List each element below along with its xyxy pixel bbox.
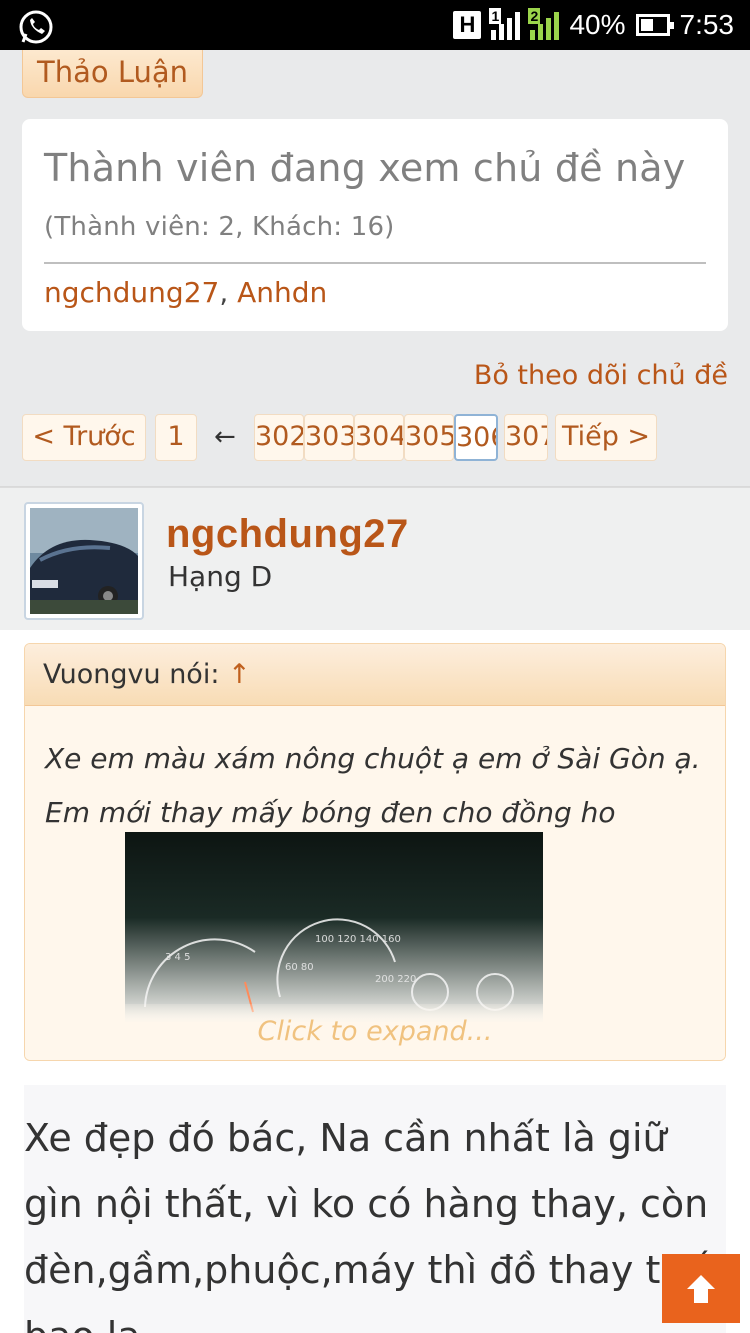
svg-text:100 120 140 160: 100 120 140 160	[315, 934, 401, 945]
viewer-separator: ,	[219, 276, 238, 309]
car-avatar-image	[30, 508, 138, 614]
post-username[interactable]: ngchdung27	[166, 512, 409, 557]
clock: 7:53	[679, 9, 735, 40]
jump-to-quote-icon[interactable]: ↑	[228, 659, 251, 690]
prev-page-button[interactable]: < Trước	[22, 414, 146, 461]
post: ngchdung27 Hạng D Vuongvu nói: ↑ Xe em m…	[0, 486, 750, 1333]
unwatch-thread-link[interactable]: Bỏ theo dõi chủ đề	[474, 360, 728, 391]
quote-header: Vuongvu nói: ↑	[25, 644, 725, 706]
dashboard-gauges-image[interactable]: 3 4 5 100 120 140 160 60 80 200 220	[125, 832, 543, 1022]
page-302-button[interactable]: 302	[254, 414, 304, 461]
svg-text:60 80: 60 80	[285, 962, 314, 973]
discussion-tab[interactable]: Thảo Luận	[22, 50, 204, 98]
arrow-up-icon	[687, 1274, 715, 1303]
thread-viewers-card: Thành viên đang xem chủ đề này (Thành vi…	[22, 119, 728, 331]
next-page-button[interactable]: Tiếp >	[555, 414, 657, 461]
network-type-icon: H	[453, 11, 482, 39]
viewer-link[interactable]: ngchdung27	[44, 276, 219, 309]
post-author-header: ngchdung27 Hạng D	[0, 487, 750, 630]
viewers-title: Thành viên đang xem chủ đề này (Thành vi…	[44, 141, 706, 264]
scroll-to-top-button[interactable]	[662, 1254, 740, 1323]
page-304-button[interactable]: 304	[354, 414, 404, 461]
viewer-list: ngchdung27, Anhdn	[44, 276, 706, 309]
signal-sim1-icon: 1	[489, 8, 521, 40]
viewers-title-text: Thành viên đang xem chủ đề này	[44, 146, 686, 190]
viewer-link[interactable]: Anhdn	[237, 276, 327, 309]
status-bar: H 1 2 40% 7:53	[0, 0, 750, 50]
quote-author: Vuongvu nói:	[43, 659, 220, 690]
page-306-current[interactable]: 306	[454, 414, 498, 461]
skip-arrow-icon: ←	[214, 422, 236, 452]
battery-percent: 40%	[569, 9, 626, 40]
page-1-button[interactable]: 1	[155, 414, 197, 461]
avatar[interactable]	[24, 502, 144, 620]
battery-icon	[635, 14, 674, 36]
whatsapp-icon	[19, 10, 53, 44]
viewers-counts: (Thành viên: 2, Khách: 16)	[44, 212, 395, 242]
quote-text: Xe em màu xám nông chuột ạ em ở Sài Gòn …	[45, 742, 701, 829]
svg-text:200 220: 200 220	[375, 974, 416, 985]
click-to-expand-link[interactable]: Click to expand...	[25, 1004, 725, 1060]
signal-sim2-icon: 2	[528, 8, 560, 40]
page-307-button[interactable]: 307	[504, 414, 548, 461]
svg-text:3 4 5: 3 4 5	[165, 952, 190, 963]
page-305-button[interactable]: 305	[404, 414, 454, 461]
page-303-button[interactable]: 303	[304, 414, 354, 461]
user-rank: Hạng D	[168, 560, 273, 593]
post-message: Xe đẹp đó bác, Na cần nhất là giữ gìn nộ…	[24, 1085, 726, 1333]
quote-block: Vuongvu nói: ↑ Xe em màu xám nông chuột …	[24, 643, 726, 1061]
